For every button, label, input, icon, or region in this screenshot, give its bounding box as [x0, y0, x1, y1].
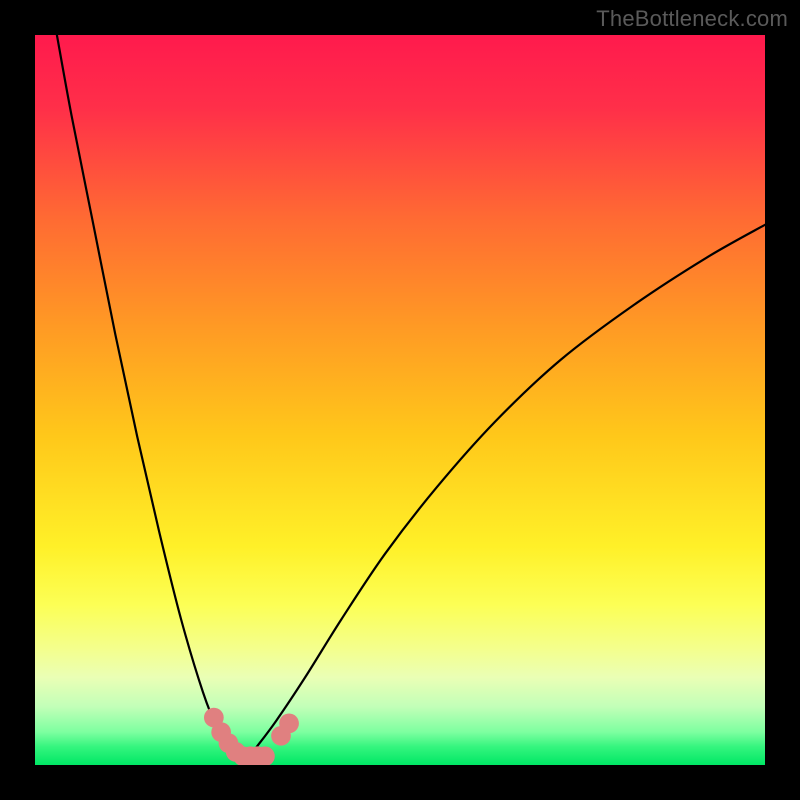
plot-area	[35, 35, 765, 765]
watermark-text: TheBottleneck.com	[596, 6, 788, 32]
highlight-marker	[279, 714, 299, 734]
bottleneck-curve	[57, 35, 765, 765]
chart-frame: TheBottleneck.com	[0, 0, 800, 800]
highlight-markers	[204, 708, 299, 765]
curve-layer	[35, 35, 765, 765]
